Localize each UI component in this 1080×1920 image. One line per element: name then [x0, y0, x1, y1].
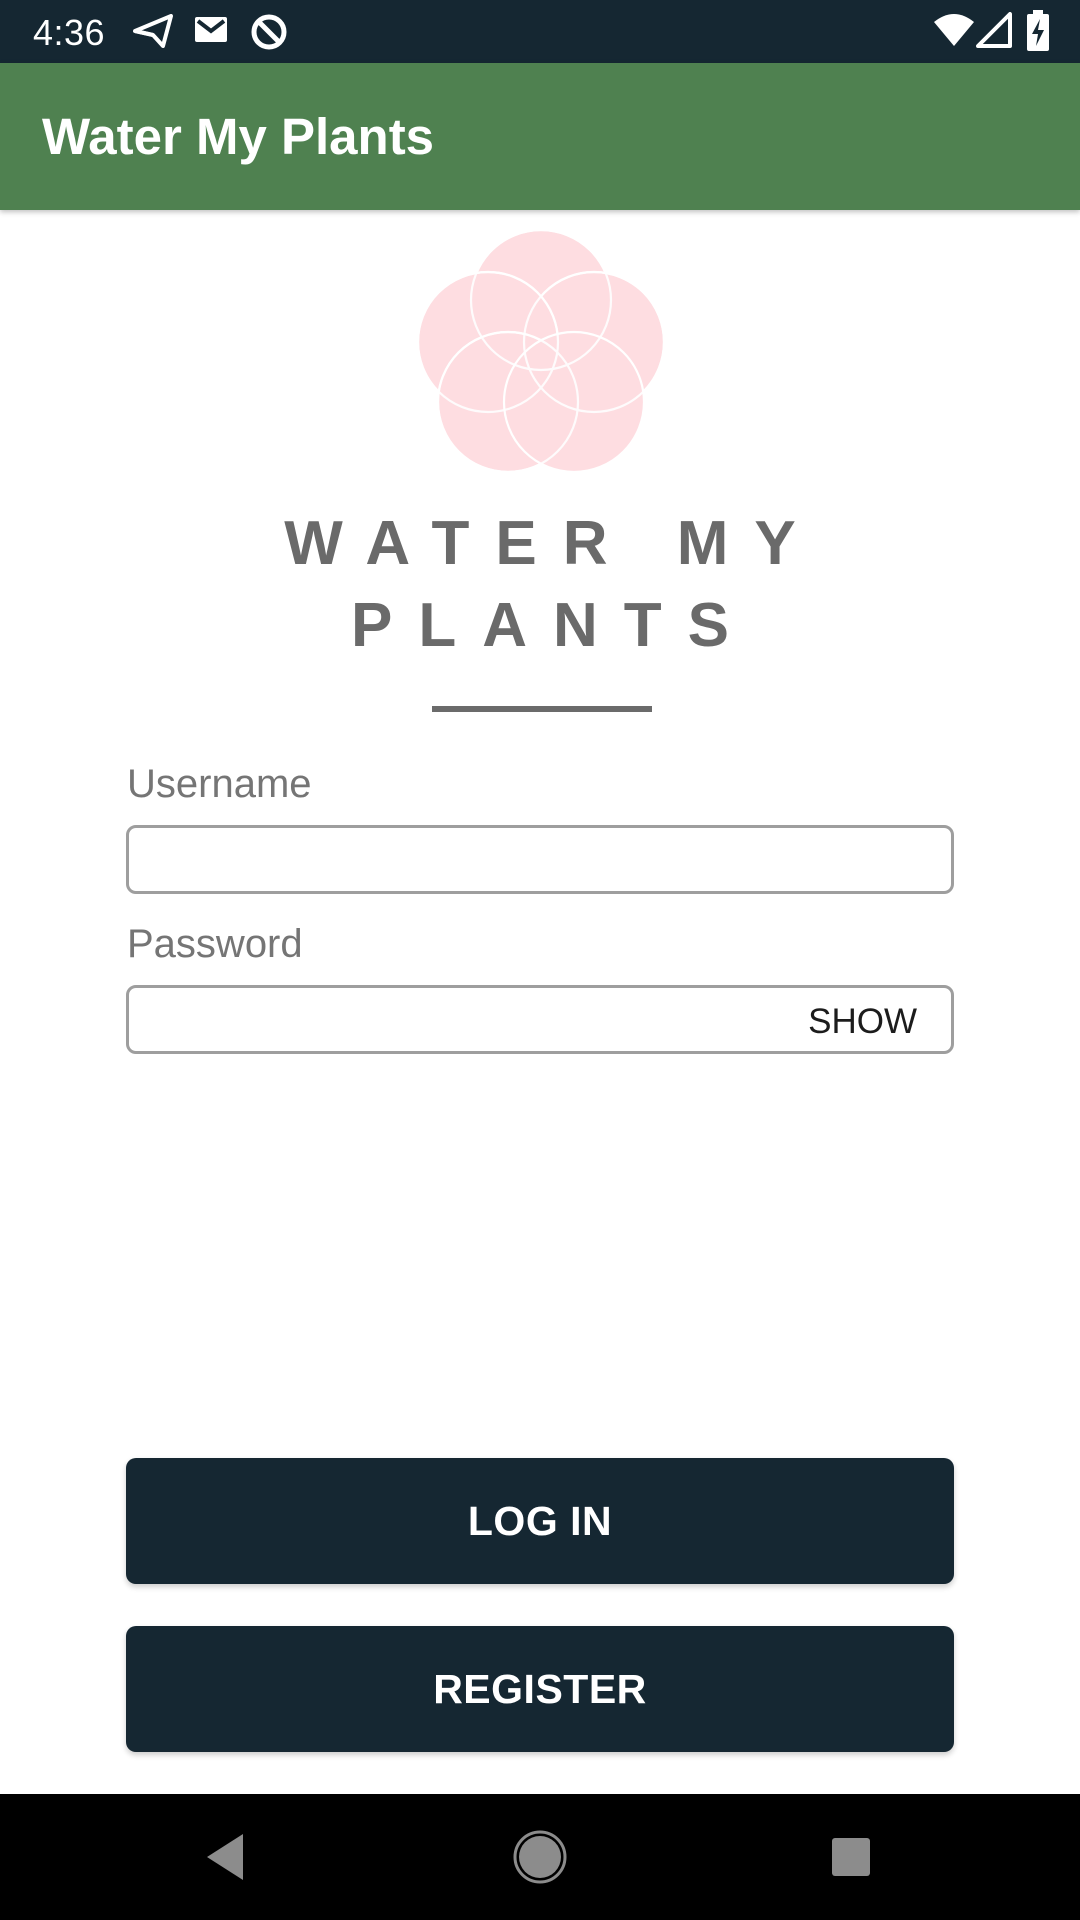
data-saver-icon	[251, 14, 287, 50]
cell-signal-icon	[976, 12, 1012, 48]
home-icon[interactable]	[480, 1794, 600, 1920]
battery-charging-icon	[1027, 10, 1049, 51]
flower-logo-icon	[416, 228, 666, 474]
logo-divider	[432, 706, 652, 712]
status-time: 4:36	[33, 12, 106, 53]
username-input[interactable]	[143, 836, 743, 884]
status-bar: 4:36	[0, 0, 1080, 63]
app-title: Water My Plants	[42, 108, 435, 165]
username-label: Username	[127, 762, 312, 806]
send-icon	[133, 14, 173, 48]
password-field[interactable]: SHOW	[126, 985, 954, 1054]
recents-icon[interactable]	[790, 1794, 910, 1920]
username-field[interactable]	[126, 825, 954, 894]
show-password-toggle[interactable]: SHOW	[808, 1002, 917, 1042]
navigation-bar	[0, 1794, 1080, 1920]
app-bar: Water My Plants	[0, 63, 1080, 210]
register-button[interactable]: REGISTER	[126, 1626, 954, 1752]
password-input[interactable]	[143, 996, 743, 1044]
back-icon[interactable]	[167, 1794, 287, 1920]
logo-text-line2: PLANTS	[351, 591, 755, 660]
logo-text-line1: WATER MY	[284, 509, 822, 578]
password-label: Password	[127, 922, 303, 966]
wifi-icon	[934, 14, 974, 46]
gmail-icon	[195, 17, 227, 42]
login-button[interactable]: LOG IN	[126, 1458, 954, 1584]
